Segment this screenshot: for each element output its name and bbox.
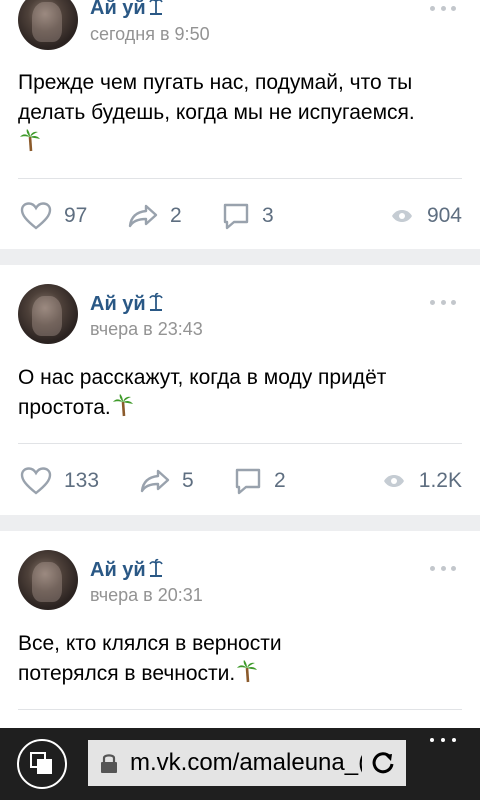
views-icon <box>383 475 404 487</box>
share-count: 5 <box>182 469 194 492</box>
post-card: Ай уй вчера в 23:43 О нас расскажут, ког… <box>0 265 480 515</box>
refresh-icon[interactable] <box>370 750 396 776</box>
palm-tree-icon <box>112 394 133 417</box>
palm-tree-icon <box>237 660 258 683</box>
views-icon <box>391 210 412 222</box>
comment-icon <box>235 468 261 495</box>
browser-menu-button[interactable] <box>430 738 456 744</box>
share-button[interactable]: 5 <box>140 461 194 501</box>
post-text: Прежде чем пугать нас, подумай, что ты д… <box>18 68 458 158</box>
more-icon[interactable] <box>430 564 456 572</box>
views: 1.2K <box>383 461 462 501</box>
like-count: 133 <box>64 469 100 492</box>
like-icon <box>20 467 52 495</box>
news-feed: Ай уй сегодня в 9:50 Прежде чем пугать н… <box>0 0 480 728</box>
avatar[interactable] <box>18 284 78 344</box>
post-header: Ай уй сегодня в 9:50 <box>0 0 480 50</box>
post-text-body: Прежде чем пугать нас, подумай, что ты д… <box>18 71 415 124</box>
post-header: Ай уй вчера в 20:31 <box>0 531 480 610</box>
lock-icon <box>101 754 117 773</box>
post-actions: 133 5 2 1.2K <box>0 461 480 501</box>
avatar[interactable] <box>18 550 78 610</box>
post-header: Ай уй вчера в 23:43 <box>0 265 480 344</box>
share-icon <box>128 204 158 228</box>
post-text-body: О нас расскажут, когда в моду придёт про… <box>18 366 387 419</box>
island-icon <box>149 292 163 311</box>
island-icon <box>149 0 163 15</box>
divider <box>18 709 462 710</box>
tabs-button[interactable] <box>17 739 67 789</box>
post-time[interactable]: вчера в 20:31 <box>90 585 203 606</box>
views-count: 1.2K <box>418 469 462 492</box>
divider <box>18 443 462 444</box>
palm-tree-icon <box>20 129 40 152</box>
more-icon[interactable] <box>430 4 456 12</box>
like-icon <box>20 202 52 230</box>
tabs-icon <box>30 752 52 774</box>
divider <box>18 178 462 179</box>
post-text: Все, кто клялся в верности потерялся в в… <box>18 629 458 689</box>
url-text: m.vk.com/amaleuna_( <box>130 749 362 776</box>
post-author-name: Ай уй <box>90 0 146 19</box>
post-text-line: Все, кто клялся в верности <box>18 632 282 655</box>
comment-icon <box>223 203 249 230</box>
post-card: Ай уй сегодня в 9:50 Прежде чем пугать н… <box>0 0 480 249</box>
views-count: 904 <box>426 204 462 227</box>
post-author-name: Ай уй <box>90 293 146 315</box>
post-card: Ай уй вчера в 20:31 Все, кто клялся в ве… <box>0 531 480 728</box>
post-time[interactable]: сегодня в 9:50 <box>90 24 210 45</box>
post-actions: 97 2 3 904 <box>0 196 480 236</box>
browser-bottom-bar: m.vk.com/amaleuna_( <box>0 728 480 800</box>
share-button[interactable]: 2 <box>128 196 182 236</box>
more-icon[interactable] <box>430 298 456 306</box>
comment-count: 3 <box>262 204 274 227</box>
comment-count: 2 <box>274 469 286 492</box>
post-author-name: Ай уй <box>90 559 146 581</box>
post-author[interactable]: Ай уй <box>90 292 164 316</box>
like-count: 97 <box>64 204 88 227</box>
post-time[interactable]: вчера в 23:43 <box>90 319 203 340</box>
views: 904 <box>391 196 462 236</box>
like-button[interactable]: 97 <box>20 196 87 236</box>
share-count: 2 <box>170 204 182 227</box>
like-button[interactable]: 133 <box>20 461 99 501</box>
comment-button[interactable]: 2 <box>234 461 286 501</box>
address-bar[interactable]: m.vk.com/amaleuna_( <box>88 740 406 786</box>
island-icon <box>149 558 163 577</box>
post-author[interactable]: Ай уй <box>90 558 164 582</box>
share-icon <box>140 469 170 493</box>
comment-button[interactable]: 3 <box>222 196 274 236</box>
post-text: О нас расскажут, когда в моду придёт про… <box>18 363 458 423</box>
post-text-line: потерялся в вечности. <box>18 662 236 685</box>
post-author[interactable]: Ай уй <box>90 0 164 20</box>
avatar[interactable] <box>18 0 78 50</box>
